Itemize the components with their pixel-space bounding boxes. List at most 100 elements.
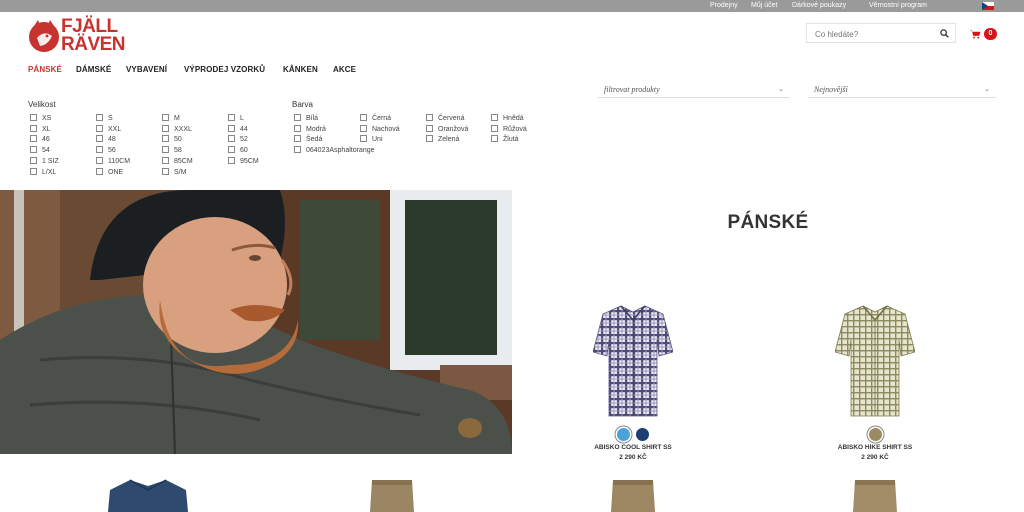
checkbox[interactable]	[294, 135, 301, 143]
checkbox[interactable]	[96, 156, 103, 164]
nav-item-vybaveni[interactable]: VYBAVENÍ	[126, 65, 167, 74]
checkbox[interactable]	[162, 146, 169, 154]
checkbox[interactable]	[162, 124, 169, 132]
size-option[interactable]: L/XL	[30, 167, 56, 177]
size-option[interactable]: 56	[96, 146, 116, 155]
product-image-denim-shirt[interactable]	[108, 478, 188, 512]
size-option[interactable]: S/M	[162, 167, 186, 177]
product-card[interactable]: ABISKO HIKE SHIRT SS 2 290 KČ	[795, 302, 955, 472]
nav-item-damske[interactable]: DÁMSKÉ	[76, 65, 111, 74]
product-card[interactable]: ABISKO COOL SHIRT SS 2 290 KČ	[553, 302, 713, 472]
checkbox[interactable]	[30, 146, 37, 154]
checkbox[interactable]	[228, 156, 235, 164]
checkbox[interactable]	[96, 124, 103, 132]
cart-button[interactable]: 0	[970, 28, 1000, 40]
size-option[interactable]: 44	[228, 124, 248, 134]
search-icon[interactable]	[940, 29, 949, 38]
size-option[interactable]: 58	[162, 146, 182, 155]
product-image-hike-shirt[interactable]	[835, 302, 915, 420]
size-option[interactable]: 95CM	[228, 156, 259, 166]
checkbox[interactable]	[96, 167, 103, 175]
color-option[interactable]: Modrá	[294, 124, 326, 134]
checkbox[interactable]	[491, 135, 498, 143]
color-option[interactable]: Zelená	[426, 135, 459, 144]
checkbox[interactable]	[426, 135, 433, 143]
product-image-trousers[interactable]	[835, 478, 915, 512]
color-swatch[interactable]	[616, 428, 630, 442]
checkbox[interactable]	[360, 135, 367, 143]
stores-link[interactable]: Prodejny	[710, 2, 738, 9]
checkbox[interactable]	[228, 114, 235, 121]
checkbox[interactable]	[228, 135, 235, 143]
nav-item-kanken[interactable]: KÅNKEN	[283, 65, 318, 74]
checkbox[interactable]	[96, 135, 103, 143]
product-name[interactable]: ABISKO COOL SHIRT SS	[553, 444, 713, 451]
checkbox[interactable]	[162, 167, 169, 175]
color-option[interactable]: Oranžová	[426, 124, 468, 134]
checkbox[interactable]	[426, 114, 433, 121]
checkbox[interactable]	[30, 114, 37, 121]
size-option[interactable]: M	[162, 114, 180, 123]
gift-vouchers-link[interactable]: Dárkové poukazy	[792, 2, 846, 9]
size-option[interactable]: XL	[30, 124, 51, 134]
color-option[interactable]: Červená	[426, 114, 464, 123]
checkbox[interactable]	[426, 124, 433, 132]
size-option[interactable]: 52	[228, 135, 248, 144]
color-option[interactable]: 064023Asphaltorange	[294, 146, 375, 155]
color-swatch[interactable]	[868, 428, 882, 442]
size-option[interactable]: XXL	[96, 124, 121, 134]
color-option[interactable]: Šedá	[294, 135, 322, 144]
size-option[interactable]: ONE	[96, 167, 123, 177]
nav-item-panske[interactable]: PÁNSKÉ	[28, 65, 62, 74]
checkbox[interactable]	[228, 124, 235, 132]
product-name[interactable]: ABISKO HIKE SHIRT SS	[795, 444, 955, 451]
checkbox[interactable]	[162, 114, 169, 121]
czech-flag-icon[interactable]	[982, 2, 994, 10]
color-option[interactable]: Růžová	[491, 124, 527, 134]
checkbox[interactable]	[228, 146, 235, 154]
color-option[interactable]: Nachová	[360, 124, 400, 134]
size-option[interactable]: XS	[30, 114, 51, 123]
color-option[interactable]: Uni	[360, 135, 383, 144]
color-option[interactable]: Žlutá	[491, 135, 519, 144]
checkbox[interactable]	[30, 156, 37, 164]
checkbox[interactable]	[96, 146, 103, 154]
size-option[interactable]: 85CM	[162, 156, 193, 166]
size-option[interactable]: 110CM	[96, 156, 130, 166]
nav-item-akce[interactable]: AKCE	[333, 65, 356, 74]
checkbox[interactable]	[294, 114, 301, 121]
checkbox[interactable]	[30, 135, 37, 143]
size-option[interactable]: S	[96, 114, 113, 123]
brand-logo[interactable]: FJÄLL RÄVEN	[28, 17, 138, 56]
product-image-trousers[interactable]	[593, 478, 673, 512]
color-option[interactable]: Černá	[360, 114, 391, 123]
checkbox[interactable]	[294, 124, 301, 132]
size-option[interactable]: 50	[162, 135, 182, 144]
filter-products-dropdown[interactable]: filtrovat produkty ⌄	[598, 82, 790, 98]
account-link[interactable]: Můj účet	[751, 2, 777, 9]
checkbox[interactable]	[162, 156, 169, 164]
product-image-trousers[interactable]	[352, 478, 432, 512]
checkbox[interactable]	[491, 124, 498, 132]
checkbox[interactable]	[30, 124, 37, 132]
color-option[interactable]: Bílá	[294, 114, 318, 123]
checkbox[interactable]	[30, 167, 37, 175]
size-option[interactable]: 48	[96, 135, 116, 144]
size-option[interactable]: 46	[30, 135, 50, 144]
checkbox[interactable]	[96, 114, 103, 121]
size-option[interactable]: L	[228, 114, 244, 123]
checkbox[interactable]	[491, 114, 498, 121]
size-option[interactable]: 60	[228, 146, 248, 155]
product-image-checked-shirt[interactable]	[593, 302, 673, 420]
size-option[interactable]: 1 SIZ	[30, 156, 59, 166]
nav-item-vyprodej-vzorku[interactable]: VÝPRODEJ VZORKŮ	[184, 65, 265, 74]
color-swatch[interactable]	[636, 428, 650, 442]
size-option[interactable]: 54	[30, 146, 50, 155]
sort-dropdown[interactable]: Nejnovější ⌄	[808, 82, 996, 98]
color-option[interactable]: Hnědá	[491, 114, 524, 123]
checkbox[interactable]	[360, 124, 367, 132]
loyalty-link[interactable]: Věrnostní program	[869, 2, 927, 9]
checkbox[interactable]	[360, 114, 367, 121]
checkbox[interactable]	[162, 135, 169, 143]
size-option[interactable]: XXXL	[162, 124, 192, 134]
